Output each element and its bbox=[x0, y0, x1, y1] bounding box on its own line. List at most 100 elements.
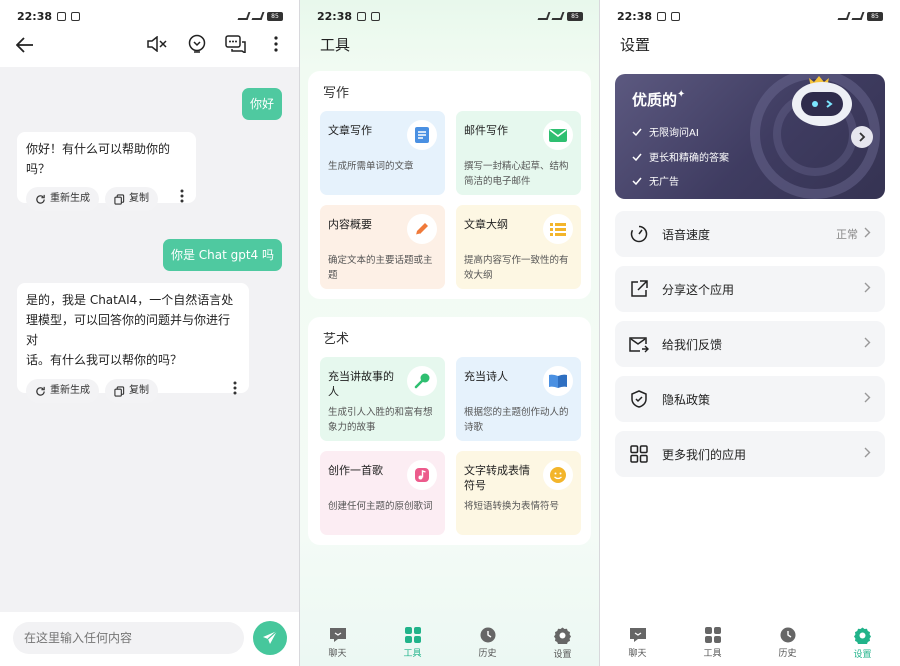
status-bar: 22:38 85 bbox=[0, 0, 300, 32]
ai-message-text: 你好！有什么可以帮助你的吗？ bbox=[26, 142, 171, 176]
tab-label: 聊天 bbox=[628, 649, 647, 659]
copy-button[interactable]: 复制 bbox=[105, 187, 158, 211]
premium-card[interactable]: 优质的✦ 无限询问AI 更长和精确的答案 无广告 bbox=[615, 74, 885, 199]
user-message: 你好 bbox=[241, 88, 282, 120]
gear-icon bbox=[854, 627, 871, 644]
chevron-right-icon bbox=[864, 227, 871, 241]
regenerate-button[interactable]: 重新生成 bbox=[26, 379, 99, 403]
status-bar: 22:38 85 bbox=[300, 0, 600, 32]
premium-next-button[interactable] bbox=[851, 126, 873, 148]
battery-icon: 85 bbox=[267, 11, 283, 21]
tool-poet[interactable]: 充当诗人 根据您的主题创作动人的诗歌 bbox=[456, 357, 581, 441]
signal-icon-2 bbox=[251, 12, 265, 20]
tool-email-writing[interactable]: 邮件写作 撰写一封精心起草、结构简洁的电子邮件 bbox=[456, 111, 581, 195]
tab-label: 历史 bbox=[778, 649, 797, 659]
send-icon bbox=[263, 630, 278, 644]
grid-icon bbox=[704, 627, 721, 643]
tab-label: 设置 bbox=[553, 650, 572, 660]
chat-screen: 22:38 85 你好 你好！有什么可以帮助你的吗？ 重新生成 复制 你是 Ch… bbox=[0, 0, 300, 666]
chat-input-bar bbox=[0, 612, 300, 666]
setting-more-apps[interactable]: 更多我们的应用 bbox=[615, 431, 885, 477]
status-right: 85 bbox=[837, 11, 883, 21]
regenerate-label: 重新生成 bbox=[50, 385, 90, 396]
setting-share-app[interactable]: 分享这个应用 bbox=[615, 266, 885, 312]
tab-history[interactable]: 历史 bbox=[750, 620, 825, 666]
setting-label: 语音速度 bbox=[662, 227, 711, 242]
setting-label: 更多我们的应用 bbox=[662, 447, 747, 462]
signal-icon-2 bbox=[851, 12, 865, 20]
tab-history[interactable]: 历史 bbox=[450, 620, 525, 666]
smile-icon bbox=[543, 460, 573, 490]
setting-feedback[interactable]: 给我们反馈 bbox=[615, 321, 885, 367]
ai-message-line: 是的，我是 ChatAI4，一个自然语言处 bbox=[26, 293, 234, 307]
more-vertical-icon[interactable] bbox=[268, 33, 284, 55]
tab-settings[interactable]: 设置 bbox=[825, 620, 900, 666]
microphone-icon bbox=[407, 366, 437, 396]
tool-name: 创作一首歌 bbox=[328, 464, 383, 477]
apps-icon bbox=[629, 444, 649, 464]
music-icon bbox=[407, 460, 437, 490]
tool-storyteller[interactable]: 充当讲故事的人 生成引人入胜的和富有想象力的故事 bbox=[320, 357, 445, 441]
section-title: 写作 bbox=[323, 86, 350, 101]
bulb-icon[interactable] bbox=[185, 32, 209, 56]
tool-article-outline[interactable]: 文章大纲 提高内容写作一致性的有效大纲 bbox=[456, 205, 581, 289]
tab-chat[interactable]: 聊天 bbox=[600, 620, 675, 666]
mute-icon[interactable] bbox=[145, 33, 169, 55]
book-icon bbox=[543, 366, 573, 396]
ai-message: 你好！有什么可以帮助你的吗？ 重新生成 复制 bbox=[17, 132, 196, 211]
chevron-right-icon bbox=[864, 392, 871, 406]
grid-icon bbox=[404, 627, 421, 643]
tool-desc: 确定文本的主要话题或主题 bbox=[328, 255, 433, 281]
tool-text-to-emoji[interactable]: 文字转成表情符号 将短语转换为表情符号 bbox=[456, 451, 581, 535]
signal-icon-2 bbox=[551, 12, 565, 20]
chevron-right-icon bbox=[864, 337, 871, 351]
more-vertical-icon[interactable] bbox=[230, 381, 240, 401]
send-button[interactable] bbox=[253, 621, 287, 655]
check-icon bbox=[632, 153, 642, 161]
tab-bar: 聊天 工具 历史 设置 bbox=[600, 620, 900, 666]
copy-button[interactable]: 复制 bbox=[105, 379, 158, 403]
status-time: 22:38 bbox=[317, 9, 353, 23]
feature-text: 无限询问AI bbox=[649, 128, 699, 139]
setting-label: 分享这个应用 bbox=[662, 282, 735, 297]
copy-icon bbox=[114, 193, 125, 205]
tool-content-summary[interactable]: 内容概要 确定文本的主要话题或主题 bbox=[320, 205, 445, 289]
tab-chat[interactable]: 聊天 bbox=[300, 620, 375, 666]
list-icon bbox=[543, 214, 573, 244]
tool-song-writer[interactable]: 创作一首歌 创建任何主题的原创歌词 bbox=[320, 451, 445, 535]
tab-label: 工具 bbox=[703, 649, 722, 659]
tool-article-writing[interactable]: 文章写作 生成所需单词的文章 bbox=[320, 111, 445, 195]
tab-tools[interactable]: 工具 bbox=[375, 620, 450, 666]
pencil-icon bbox=[407, 214, 437, 244]
setting-privacy[interactable]: 隐私政策 bbox=[615, 376, 885, 422]
tool-name: 邮件写作 bbox=[464, 124, 508, 137]
tool-desc: 生成所需单词的文章 bbox=[328, 161, 414, 172]
ai-message: 是的，我是 ChatAI4，一个自然语言处 理模型，可以回答你的问题并与你进行对… bbox=[17, 283, 249, 403]
tool-desc: 撰写一封精心起草、结构简洁的电子邮件 bbox=[464, 161, 569, 187]
back-arrow-icon[interactable] bbox=[14, 34, 36, 56]
speed-icon bbox=[629, 224, 649, 244]
tab-settings[interactable]: 设置 bbox=[525, 620, 600, 666]
chevron-right-icon bbox=[864, 447, 871, 461]
chat-list-icon[interactable] bbox=[224, 33, 248, 55]
notification-icon bbox=[657, 11, 667, 21]
tab-label: 历史 bbox=[478, 649, 497, 659]
chat-icon bbox=[629, 628, 646, 642]
message-input[interactable] bbox=[13, 622, 244, 654]
more-vertical-icon[interactable] bbox=[177, 189, 187, 209]
status-time: 22:38 bbox=[17, 9, 53, 23]
copy-icon bbox=[114, 385, 125, 397]
signal-icon bbox=[537, 12, 551, 20]
section-title: 艺术 bbox=[323, 332, 350, 347]
tool-desc: 生成引人入胜的和富有想象力的故事 bbox=[328, 407, 433, 433]
copy-label: 复制 bbox=[129, 385, 149, 396]
refresh-icon bbox=[36, 386, 45, 396]
setting-label: 隐私政策 bbox=[662, 392, 711, 407]
setting-voice-speed[interactable]: 语音速度 正常 bbox=[615, 211, 885, 257]
regenerate-button[interactable]: 重新生成 bbox=[26, 187, 99, 211]
tab-tools[interactable]: 工具 bbox=[675, 620, 750, 666]
ai-message-line: 话。有什么我可以帮你的吗？ bbox=[26, 353, 183, 367]
tool-desc: 创建任何主题的原创歌词 bbox=[328, 501, 433, 512]
check-icon bbox=[632, 177, 642, 185]
notification-icon-2 bbox=[671, 11, 681, 21]
